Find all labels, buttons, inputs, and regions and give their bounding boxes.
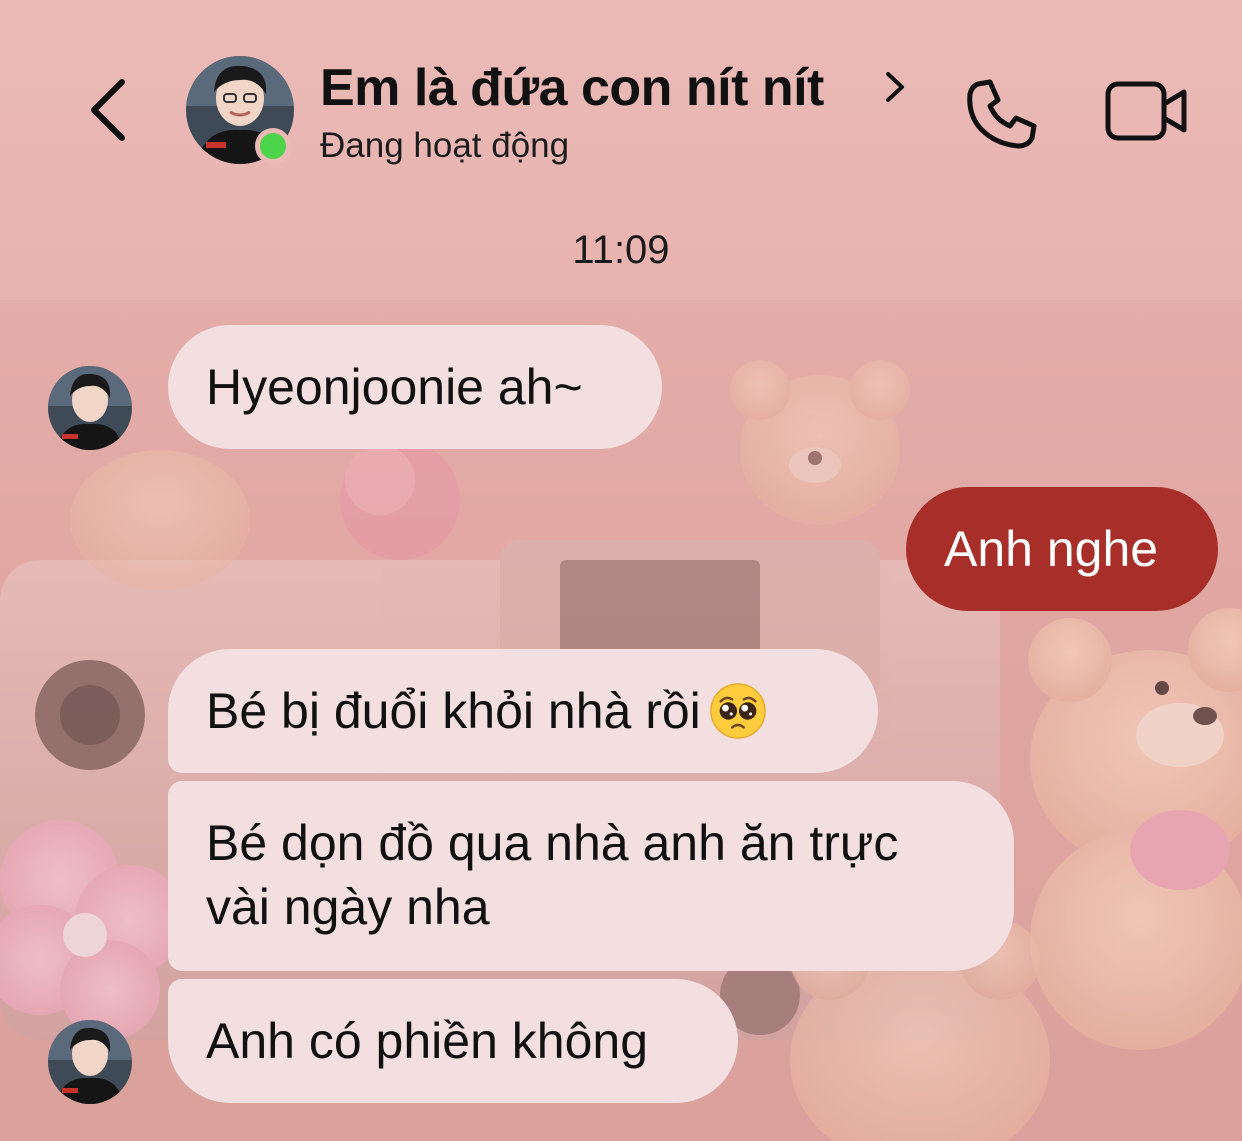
message-text: Anh nghe — [944, 521, 1159, 577]
message-text-line: vài ngày nha — [206, 879, 490, 935]
incoming-message-bubble[interactable]: Hyeonjoonie ah~ — [168, 325, 662, 449]
online-status-dot — [255, 128, 291, 164]
contact-name[interactable]: Em là đứa con nít nít — [320, 58, 824, 118]
chat-header: Em là đứa con nít nít Đang hoạt động — [0, 0, 1242, 200]
incoming-message-bubble[interactable]: Bé bị đuổi khỏi nhà rồi — [168, 649, 878, 773]
message-text: Bé bị đuổi khỏi nhà rồi — [206, 683, 701, 739]
phone-icon — [967, 79, 1037, 149]
video-camera-icon — [1105, 81, 1187, 141]
avatar-image — [48, 1020, 132, 1104]
message-text: Anh có phiền không — [206, 1013, 649, 1069]
incoming-message-bubble[interactable]: Bé dọn đồ qua nhà anh ăn trực vài ngày n… — [168, 781, 1014, 971]
back-button[interactable] — [80, 70, 140, 150]
outgoing-message-bubble[interactable]: Anh nghe — [906, 487, 1218, 611]
chevron-right-icon[interactable] — [880, 66, 910, 108]
video-call-button[interactable] — [1104, 76, 1190, 146]
message-timestamp: 11:09 — [572, 228, 670, 272]
chevron-left-icon — [91, 79, 125, 141]
voice-call-button[interactable] — [962, 74, 1042, 154]
message-text: Hyeonjoonie ah~ — [206, 359, 583, 415]
incoming-message-bubble[interactable]: Anh có phiền không — [168, 979, 738, 1103]
pleading-face-icon — [709, 683, 766, 739]
sender-avatar[interactable] — [48, 1020, 132, 1104]
message-text-line: Bé dọn đồ qua nhà anh ăn trực — [206, 815, 899, 871]
sender-avatar[interactable] — [48, 366, 132, 450]
active-status: Đang hoạt động — [320, 126, 570, 165]
avatar-image — [48, 366, 132, 450]
